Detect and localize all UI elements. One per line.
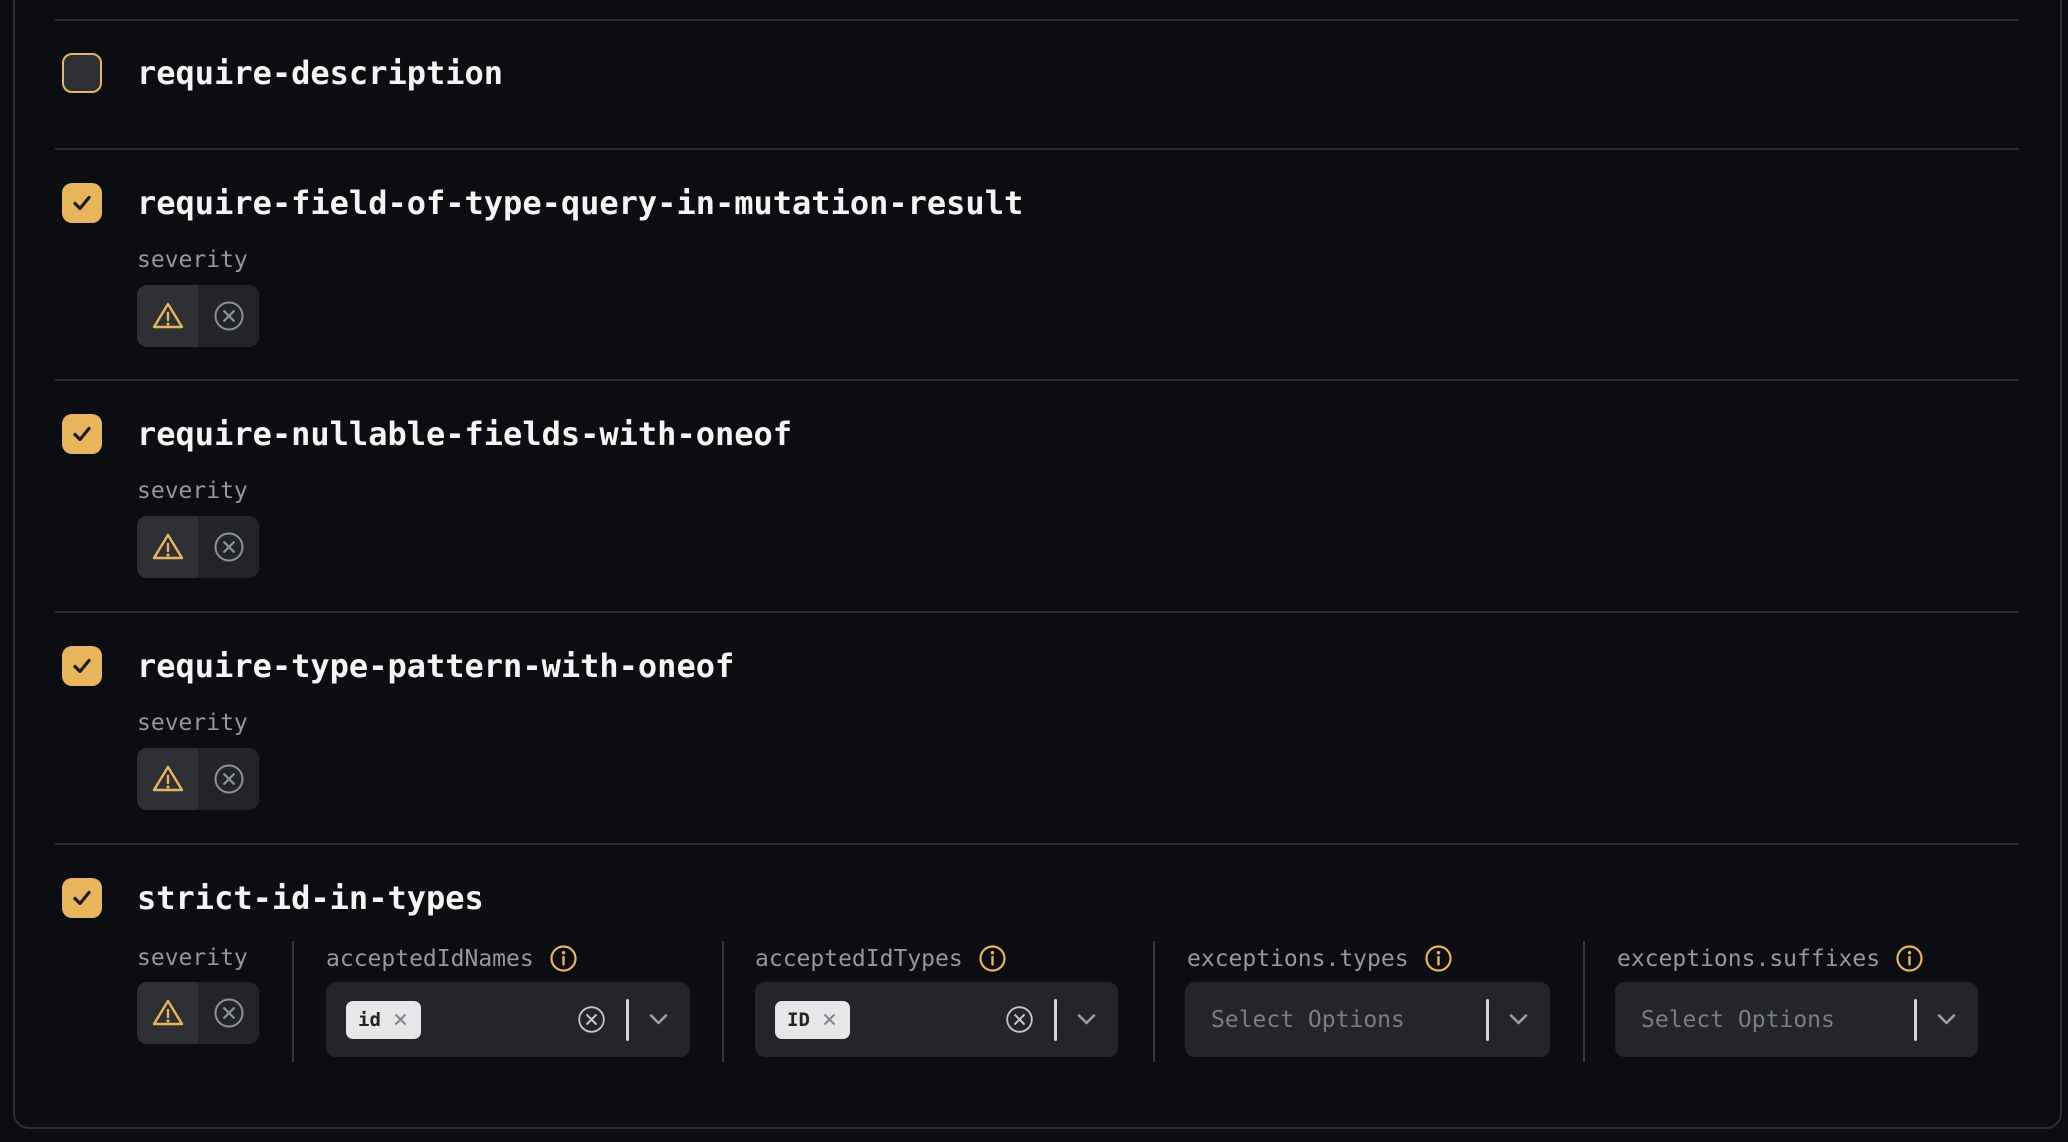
circle-x-icon	[576, 1004, 607, 1035]
row-divider	[55, 843, 2019, 845]
multiselect-exceptions-suffixes[interactable]: Select Options	[1615, 982, 1978, 1057]
rule-row-header: strict-id-in-types	[62, 878, 484, 918]
warning-triangle-icon	[151, 300, 185, 332]
rule-checkbox-require-field-of-type-query-in-mutation-result[interactable]	[62, 183, 102, 223]
column-divider	[722, 941, 724, 1062]
multiselect-acceptedIdTypes[interactable]: ID	[755, 982, 1118, 1057]
warning-triangle-icon	[151, 531, 185, 563]
rule-checkbox-strict-id-in-types[interactable]	[62, 878, 102, 918]
select-placeholder: Select Options	[1635, 1007, 1835, 1033]
selected-tag: ID	[775, 1001, 850, 1039]
row-divider	[55, 379, 2019, 381]
select-placeholder: Select Options	[1205, 1007, 1405, 1033]
chevron-down-icon[interactable]	[1936, 1013, 1957, 1026]
circle-x-icon	[212, 762, 246, 796]
info-circle-icon[interactable]	[1424, 944, 1453, 973]
column-divider	[292, 941, 294, 1062]
severity-off-button[interactable]	[198, 516, 259, 578]
info-circle-icon[interactable]	[1895, 944, 1924, 973]
option-label-acceptedIdNames: acceptedIdNames	[326, 944, 578, 973]
severity-warn-button[interactable]	[137, 516, 198, 578]
option-label-acceptedIdTypes: acceptedIdTypes	[755, 944, 1007, 973]
column-divider	[1153, 941, 1155, 1062]
rule-row-header: require-field-of-type-query-in-mutation-…	[62, 183, 1023, 223]
clear-selection-button[interactable]	[576, 1004, 607, 1035]
row-divider	[55, 19, 2019, 21]
rule-name: require-description	[137, 54, 503, 92]
rule-checkbox-require-type-pattern-with-oneof[interactable]	[62, 646, 102, 686]
clear-selection-button[interactable]	[1004, 1004, 1035, 1035]
rule-name: require-field-of-type-query-in-mutation-…	[137, 184, 1023, 222]
option-label-exceptions-types: exceptions.types	[1187, 944, 1453, 973]
circle-x-icon	[212, 299, 246, 333]
multiselect-acceptedIdNames[interactable]: id	[326, 982, 690, 1057]
severity-toggle	[137, 516, 259, 578]
chevron-down-icon[interactable]	[1076, 1013, 1097, 1026]
select-divider	[1914, 999, 1917, 1041]
warning-triangle-icon	[151, 763, 185, 795]
column-divider	[1583, 941, 1585, 1062]
circle-x-icon	[1004, 1004, 1035, 1035]
check-icon	[69, 190, 95, 216]
info-circle-icon[interactable]	[978, 944, 1007, 973]
chevron-down-icon[interactable]	[648, 1013, 669, 1026]
severity-warn-button[interactable]	[137, 285, 198, 347]
rule-row-header: require-nullable-fields-with-oneof	[62, 414, 792, 454]
select-divider	[626, 999, 629, 1041]
severity-label: severity	[137, 710, 248, 736]
severity-label: severity	[137, 478, 248, 504]
select-divider	[1054, 999, 1057, 1041]
chevron-down-icon[interactable]	[1508, 1013, 1529, 1026]
rule-row-header: require-description	[62, 53, 503, 93]
option-label-exceptions-suffixes: exceptions.suffixes	[1617, 944, 1924, 973]
rules-config-panel: require-description require-field-of-typ…	[0, 0, 2068, 1142]
severity-warn-button[interactable]	[137, 982, 198, 1044]
severity-toggle	[137, 982, 259, 1044]
check-icon	[69, 885, 95, 911]
check-icon	[69, 653, 95, 679]
warning-triangle-icon	[151, 997, 185, 1029]
select-divider	[1486, 999, 1489, 1041]
severity-label: severity	[137, 247, 248, 273]
severity-toggle	[137, 285, 259, 347]
severity-toggle	[137, 748, 259, 810]
row-divider	[55, 611, 2019, 613]
x-icon[interactable]	[392, 1011, 409, 1028]
circle-x-icon	[212, 530, 246, 564]
severity-off-button[interactable]	[198, 285, 259, 347]
circle-x-icon	[212, 996, 246, 1030]
rule-row-header: require-type-pattern-with-oneof	[62, 646, 734, 686]
severity-off-button[interactable]	[198, 748, 259, 810]
check-icon	[69, 421, 95, 447]
x-icon[interactable]	[821, 1011, 838, 1028]
rule-name: require-type-pattern-with-oneof	[137, 647, 734, 685]
selected-tag: id	[346, 1001, 421, 1039]
rule-name: require-nullable-fields-with-oneof	[137, 415, 792, 453]
rule-checkbox-require-nullable-fields-with-oneof[interactable]	[62, 414, 102, 454]
severity-warn-button[interactable]	[137, 748, 198, 810]
rule-name: strict-id-in-types	[137, 879, 484, 917]
multiselect-exceptions-types[interactable]: Select Options	[1185, 982, 1550, 1057]
row-divider	[55, 148, 2019, 150]
severity-label: severity	[137, 945, 248, 971]
severity-off-button[interactable]	[198, 982, 259, 1044]
info-circle-icon[interactable]	[549, 944, 578, 973]
rule-checkbox-require-description[interactable]	[62, 53, 102, 93]
